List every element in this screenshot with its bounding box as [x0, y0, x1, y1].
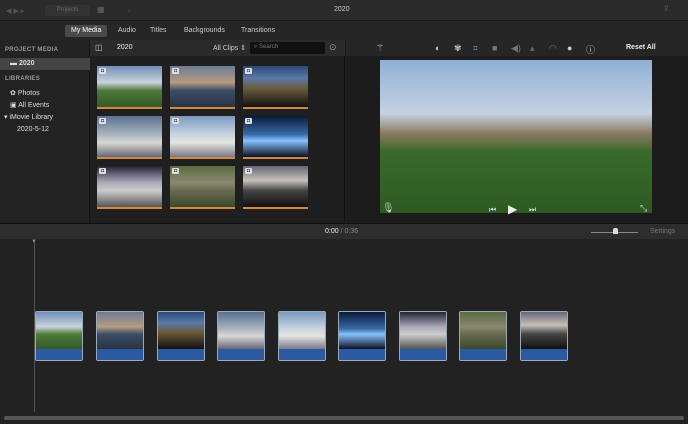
skip-back-button[interactable]: ⏮: [489, 205, 496, 215]
photos-icon: ✿: [10, 90, 18, 97]
media-tabs: My Media Audio Titles Backgrounds Transi…: [0, 21, 688, 40]
settings-circle-icon[interactable]: ⊙: [329, 42, 337, 53]
media-clip[interactable]: ◘: [97, 116, 162, 159]
sidebar-toggle-icon[interactable]: ◫: [95, 43, 103, 52]
zoom-slider-thumb[interactable]: [613, 228, 618, 234]
crop-icon[interactable]: ⌗: [473, 43, 478, 54]
play-button[interactable]: ▶: [508, 202, 517, 216]
sidebar-item-all-events[interactable]: ▣ All Events: [0, 100, 90, 112]
sidebar-item-label: iMovie Library: [9, 114, 53, 121]
media-clip[interactable]: ◘: [243, 116, 308, 159]
tab-backgrounds[interactable]: Backgrounds: [178, 25, 231, 37]
fullscreen-icon[interactable]: ⤡: [640, 203, 647, 214]
camera-icon: ◘: [99, 168, 106, 174]
settings-button[interactable]: Settings: [650, 228, 675, 235]
title-bar: ◀ ▶ ▸ Projects ▦ ↓ 2020 ⇪: [0, 0, 688, 21]
sidebar-item-event[interactable]: 2020-5-12: [0, 124, 90, 136]
share-icon[interactable]: ⇪: [663, 4, 670, 13]
camera-icon: ◘: [245, 68, 252, 74]
media-import-icon[interactable]: ▦: [97, 5, 105, 14]
timeline-clip[interactable]: [35, 311, 83, 361]
media-clip[interactable]: ◘: [243, 66, 308, 109]
timeline: ▼: [0, 239, 688, 424]
clip-filter-select[interactable]: All Clips ⇕: [213, 44, 246, 52]
search-input[interactable]: ⌕ Search: [250, 42, 325, 54]
event-name: 2020: [117, 44, 133, 51]
video-preview: [380, 60, 652, 213]
reset-all-button[interactable]: Reset All: [626, 44, 656, 51]
tab-titles[interactable]: Titles: [144, 25, 172, 37]
timeline-toolbar: 0:00 / 0:36 Settings: [0, 223, 688, 239]
media-clip[interactable]: ◘: [97, 66, 162, 109]
media-clip[interactable]: ◘: [97, 166, 162, 209]
import-icon[interactable]: ↓: [127, 5, 131, 14]
libraries-sidebar: PROJECT MEDIA ▬ 2020 LIBRARIES ✿ Photos …: [0, 40, 90, 222]
playhead-marker-icon[interactable]: ▼: [31, 239, 37, 245]
sidebar-item-photos[interactable]: ✿ Photos: [0, 88, 90, 100]
tab-audio[interactable]: Audio: [112, 25, 142, 37]
horizontal-scrollbar[interactable]: [4, 416, 684, 420]
media-clip[interactable]: ◘: [170, 66, 235, 109]
adjustments-toolbar: ⚚ ◐ ✾ ⌗ ■ ◀) ▴ ◠ ● ⓘ Reset All: [346, 40, 688, 56]
sidebar-item-imovie-library[interactable]: ▾ iMovie Library: [0, 112, 90, 124]
media-clip[interactable]: ◘: [243, 166, 308, 209]
browser-toolbar: ◫ 2020 All Clips ⇕ ⌕ Search ⊙: [90, 40, 345, 56]
media-browser: ◫ 2020 All Clips ⇕ ⌕ Search ⊙ ◘ ◘ ◘ ◘ ◘ …: [90, 40, 345, 222]
speed-icon[interactable]: ◠: [549, 43, 557, 54]
stabilization-icon[interactable]: ■: [492, 43, 497, 53]
tab-transitions[interactable]: Transitions: [235, 25, 281, 37]
tab-my-media[interactable]: My Media: [65, 25, 107, 37]
noise-reduction-icon[interactable]: ▴: [530, 43, 535, 54]
sidebar-item-label: 2020: [19, 60, 35, 67]
timeline-clip[interactable]: [520, 311, 568, 361]
camera-icon: ◘: [172, 168, 179, 174]
sidebar-item-project[interactable]: ▬ 2020: [0, 58, 90, 70]
camera-icon: ◘: [172, 118, 179, 124]
timeline-clip[interactable]: [278, 311, 326, 361]
timeline-clip[interactable]: [217, 311, 265, 361]
camera-icon: ◘: [99, 118, 106, 124]
camera-icon: ◘: [245, 168, 252, 174]
color-balance-icon[interactable]: ◐: [435, 43, 440, 53]
viewer: ⚚ ◐ ✾ ⌗ ■ ◀) ▴ ◠ ● ⓘ Reset All 🎙 ⏮ ▶ ⏭ ⤡: [346, 40, 688, 222]
timeline-clip[interactable]: [157, 311, 205, 361]
camera-icon: ◘: [99, 68, 106, 74]
clip-filter-icon[interactable]: ●: [567, 43, 572, 53]
camera-icon: ◘: [172, 68, 179, 74]
camera-icon: ◘: [245, 118, 252, 124]
sidebar-item-label: 2020-5-12: [17, 126, 49, 133]
timeline-clip[interactable]: [459, 311, 507, 361]
info-icon[interactable]: ⓘ: [586, 43, 595, 56]
timeline-clip[interactable]: [96, 311, 144, 361]
window-title: 2020: [334, 6, 350, 13]
microphone-icon[interactable]: 🎙: [382, 203, 395, 214]
search-icon: ⌕ Search: [254, 44, 278, 51]
projects-button[interactable]: Projects: [45, 5, 90, 16]
skip-forward-button[interactable]: ⏭: [529, 205, 536, 215]
back-forward-icons[interactable]: ◀ ▶ ▸: [6, 7, 24, 15]
star-icon: ▣: [10, 102, 18, 109]
timeline-clip[interactable]: [338, 311, 386, 361]
media-clip[interactable]: ◘: [170, 166, 235, 209]
volume-icon[interactable]: ◀): [511, 43, 521, 54]
color-correction-icon[interactable]: ✾: [454, 43, 462, 54]
sidebar-item-label: Photos: [18, 90, 40, 97]
magic-wand-icon[interactable]: ⚚: [376, 43, 384, 54]
project-media-header: PROJECT MEDIA: [5, 47, 58, 53]
libraries-header: LIBRARIES: [5, 76, 40, 82]
sidebar-item-label: All Events: [18, 102, 49, 109]
clapper-icon: ▬: [10, 60, 19, 67]
media-clip[interactable]: ◘: [170, 116, 235, 159]
timecode: 0:00 / 0:36: [325, 228, 358, 235]
timeline-clip[interactable]: [399, 311, 447, 361]
